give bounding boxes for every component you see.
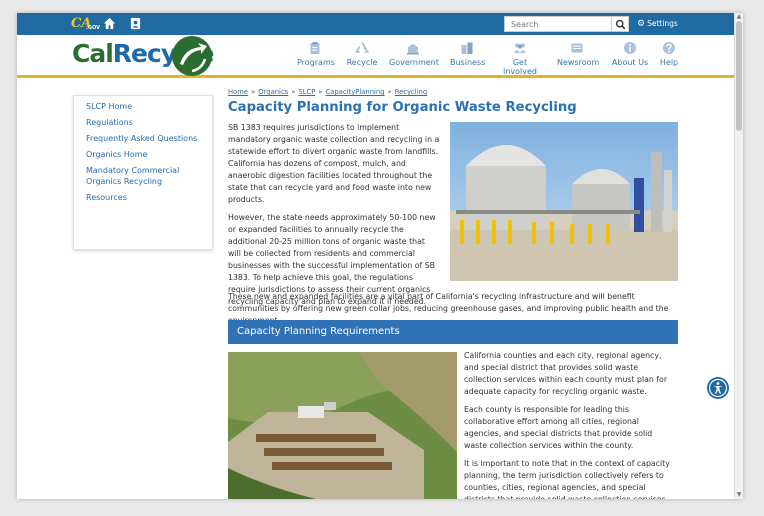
people-icon [514, 43, 526, 53]
nav-newsroom[interactable]: Newsroom [557, 41, 599, 75]
intro-text: SB 1383 requires jurisdictions to implem… [228, 122, 440, 308]
search-button[interactable] [612, 16, 629, 32]
sidebar-item-slcp-home[interactable]: SLCP Home [86, 102, 200, 113]
nav-get-involved[interactable]: Get Involved [497, 41, 543, 76]
ca-gov-logo[interactable]: CA .GOV [71, 16, 100, 32]
clipboard-icon [310, 42, 320, 54]
section-sidebar: SLCP Home Regulations Frequently Asked Q… [73, 95, 213, 250]
main-content: Home» Organics» SLCP» CapacityPlanning» Recy… [228, 88, 678, 499]
breadcrumb-slcp[interactable]: SLCP [298, 88, 315, 96]
breadcrumb-home[interactable]: Home [228, 88, 248, 96]
accessibility-icon [708, 378, 728, 398]
ca-gov-topbar: CA .GOV Search ⚙ Settings [17, 13, 734, 35]
nav-business[interactable]: Business [450, 41, 485, 75]
browser-viewport: CA .GOV Search ⚙ Settings CalRecycle Pro… [17, 13, 743, 499]
section-paragraph-2: Each county is responsible for leading t… [464, 405, 653, 450]
capitol-icon [407, 44, 419, 55]
scrollbar-thumb[interactable] [736, 21, 742, 131]
intro-paragraph-1: SB 1383 requires jurisdictions to implem… [228, 123, 440, 204]
question-icon [663, 42, 675, 54]
anaerobic-digester-photo [450, 122, 678, 281]
section-paragraph-1: California counties and each city, regio… [464, 351, 668, 396]
digester-illustration [450, 145, 678, 281]
section-header: Capacity Planning Requirements [228, 320, 678, 344]
page-title: Capacity Planning for Organic Waste Recy… [228, 100, 577, 115]
settings-button[interactable]: ⚙ Settings [637, 18, 678, 30]
sidebar-item-organics-home[interactable]: Organics Home [86, 150, 200, 161]
sidebar-item-regulations[interactable]: Regulations [86, 118, 200, 129]
calrecycle-arrow-icon [172, 36, 212, 76]
breadcrumb-capacity-planning[interactable]: CapacityPlanning [326, 88, 385, 96]
compost-facility-photo [228, 352, 457, 499]
recycle-icon [355, 42, 369, 53]
scroll-up-arrow-icon[interactable]: ▲ [735, 13, 743, 21]
search-icon [615, 19, 626, 30]
accessibility-button[interactable] [707, 377, 729, 399]
nav-help[interactable]: Help [657, 41, 681, 75]
nav-about-us[interactable]: About Us [611, 41, 649, 75]
sidebar-item-faq[interactable]: Frequently Asked Questions [86, 134, 200, 145]
nav-programs[interactable]: Programs [297, 41, 335, 75]
section-text: California counties and each city, regio… [464, 350, 676, 499]
breadcrumb-organics[interactable]: Organics [258, 88, 288, 96]
info-icon [624, 42, 636, 54]
gear-icon: ⚙ [637, 19, 646, 29]
nav-recycle[interactable]: Recycle [345, 41, 379, 75]
section-paragraph-3: It is important to note that in the cont… [464, 459, 670, 499]
vertical-scrollbar[interactable]: ▲ ▼ [734, 13, 743, 499]
search-input[interactable]: Search [504, 16, 612, 32]
profile-card-icon[interactable] [129, 17, 142, 30]
scroll-down-arrow-icon[interactable]: ▼ [735, 491, 743, 499]
compost-facility-illustration [228, 352, 457, 499]
nav-government[interactable]: Government [389, 41, 439, 75]
buildings-icon [461, 42, 473, 54]
site-header: CalRecycle Programs Recycle Government B… [17, 35, 734, 78]
breadcrumb-recycling[interactable]: Recycling [395, 88, 428, 96]
sidebar-item-resources[interactable]: Resources [86, 193, 200, 204]
breadcrumb: Home» Organics» SLCP» CapacityPlanning» Recy… [228, 88, 428, 96]
newspaper-icon [571, 43, 583, 53]
home-icon[interactable] [103, 17, 116, 30]
sidebar-item-mandatory-commercial-organics[interactable]: Mandatory Commercial Organics Recycling [86, 166, 200, 187]
